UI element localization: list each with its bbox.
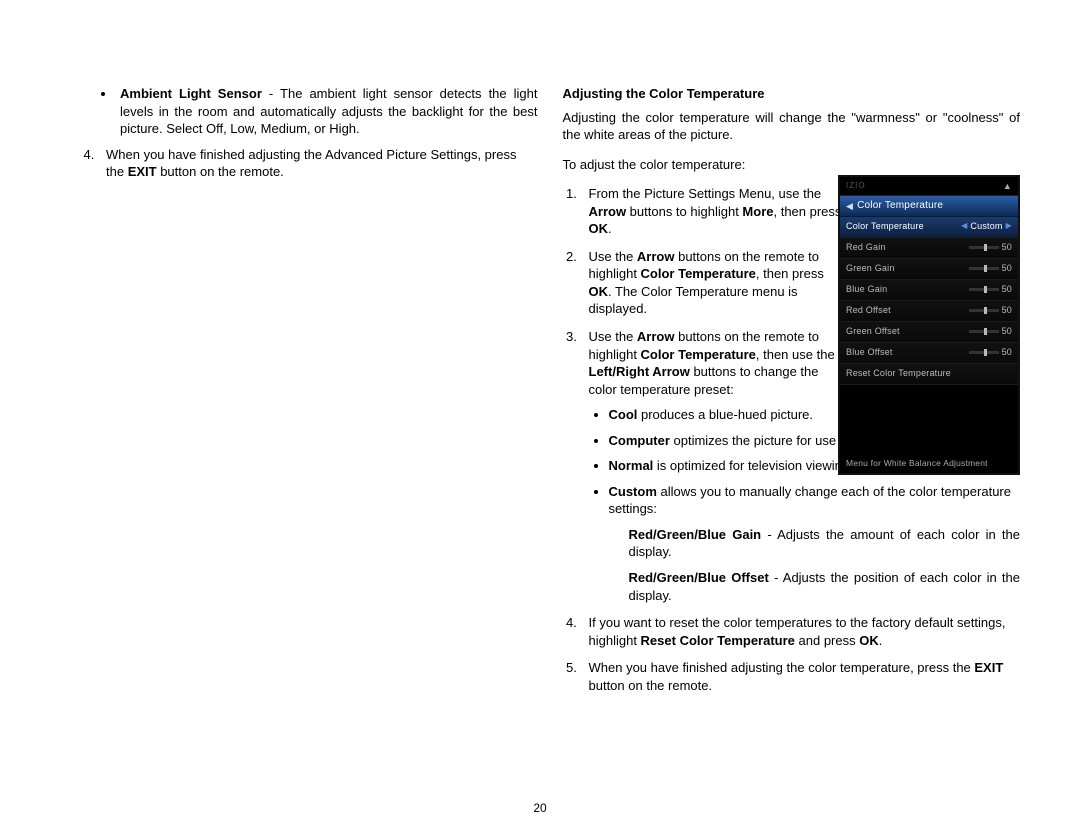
offset-desc: Red/Green/Blue Offset - Adjusts the posi… (629, 569, 1021, 604)
tv-logo: IZIO (846, 181, 868, 191)
slider-icon (969, 351, 999, 354)
right-column: Adjusting the Color Temperature Adjustin… (563, 85, 1021, 704)
right-triangle-icon: ▶ (1006, 221, 1012, 232)
tv-mode-row: Color Temperature ◀ Custom ▶ (840, 217, 1018, 238)
preset-cool: Cool produces a blue-hued picture. (609, 406, 869, 424)
left-triangle-icon: ◀ (961, 221, 967, 232)
up-caret-icon: ▲ (1003, 180, 1012, 192)
tv-row-red-gain: Red Gain 50 (840, 238, 1018, 259)
tv-menu-title: ◀ Color Temperature (840, 196, 1018, 217)
tv-footer: Menu for White Balance Adjustment (846, 458, 988, 469)
tv-mode-value: ◀ Custom ▶ (961, 220, 1012, 232)
ambient-label: Ambient Light Sensor (120, 86, 262, 101)
tv-row-reset: Reset Color Temperature (840, 364, 1018, 385)
slider-icon (969, 246, 999, 249)
manual-page: Ambient Light Sensor - The ambient light… (0, 0, 1080, 734)
left-step4: When you have finished adjusting the Adv… (98, 146, 538, 181)
lead-text: To adjust the color temperature: (563, 156, 1021, 174)
preset-custom: Custom allows you to manually change eac… (609, 483, 1021, 604)
slider-icon (969, 330, 999, 333)
tv-row-blue-gain: Blue Gain 50 (840, 280, 1018, 301)
tv-row-blue-offset: Blue Offset 50 (840, 343, 1018, 364)
tv-mode-label: Color Temperature (846, 220, 924, 232)
back-triangle-icon: ◀ (846, 200, 853, 212)
section-heading: Adjusting the Color Temperature (563, 85, 1021, 103)
tv-row-red-offset: Red Offset 50 (840, 301, 1018, 322)
tv-topbar: IZIO ▲ (840, 177, 1018, 196)
ambient-light-bullet: Ambient Light Sensor - The ambient light… (116, 85, 538, 138)
tv-menu-screenshot: IZIO ▲ ◀ Color Temperature Color Tempera… (838, 175, 1020, 475)
step1: From the Picture Settings Menu, use the … (581, 185, 849, 238)
gain-desc: Red/Green/Blue Gain - Adjusts the amount… (629, 526, 1021, 561)
tv-row-green-offset: Green Offset 50 (840, 322, 1018, 343)
step5: When you have finished adjusting the col… (581, 659, 1021, 694)
left-bullets: Ambient Light Sensor - The ambient light… (80, 85, 538, 138)
left-column: Ambient Light Sensor - The ambient light… (60, 85, 538, 704)
step4: If you want to reset the color temperatu… (581, 614, 1021, 649)
left-steps: When you have finished adjusting the Adv… (80, 146, 538, 181)
slider-icon (969, 288, 999, 291)
page-number: 20 (0, 800, 1080, 816)
step2: Use the Arrow buttons on the remote to h… (581, 248, 849, 318)
slider-icon (969, 267, 999, 270)
slider-icon (969, 309, 999, 312)
intro-text: Adjusting the color temperature will cha… (563, 109, 1021, 144)
tv-row-green-gain: Green Gain 50 (840, 259, 1018, 280)
